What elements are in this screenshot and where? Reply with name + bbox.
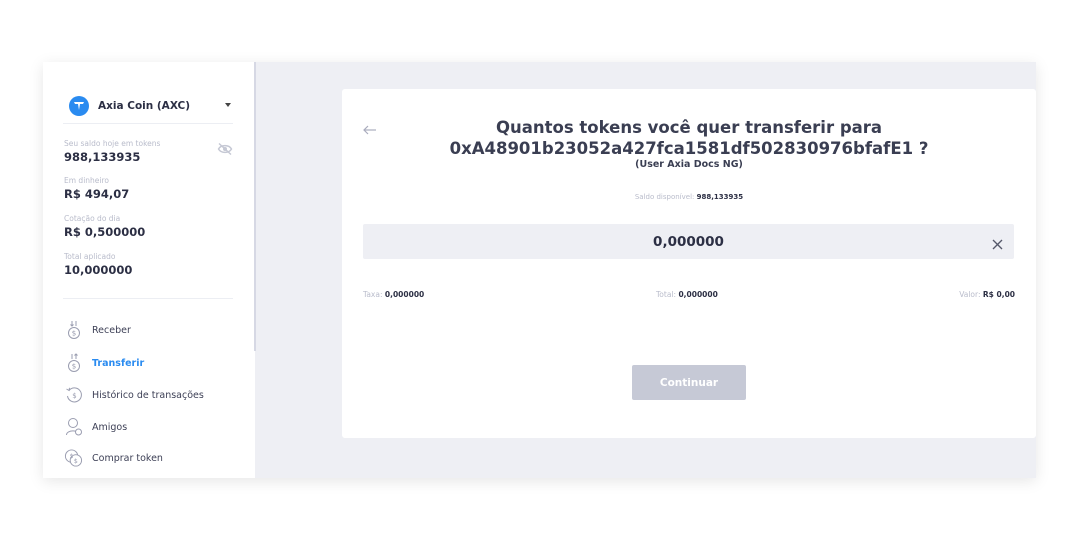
- total-applied-value: 10,000000: [64, 263, 133, 277]
- history-coin-icon: $: [64, 385, 83, 405]
- cash-value: R$ 494,07: [64, 187, 130, 201]
- total: Total: 0,000000: [656, 290, 718, 299]
- nav-item-comprar-token[interactable]: $ $ Comprar token: [64, 446, 163, 470]
- chevron-down-icon: [225, 103, 231, 107]
- nav-item-transferir[interactable]: $ Transferir: [64, 351, 144, 375]
- daily-quote-label: Cotação do dia: [64, 214, 121, 223]
- nav-label-transferir: Transferir: [92, 357, 145, 369]
- svg-text:$: $: [74, 458, 78, 465]
- svg-text:$: $: [71, 330, 75, 338]
- eye-off-icon[interactable]: [217, 140, 233, 159]
- nav-item-amigos[interactable]: Amigos: [64, 415, 127, 439]
- nav-label-amigos: Amigos: [92, 421, 128, 433]
- recipient-address: 0xA48901b23052a427fca1581df502830976bfaf…: [449, 139, 929, 158]
- daily-quote-value: R$ 0,500000: [64, 225, 146, 239]
- available-balance-label: Saldo disponível:: [634, 193, 695, 201]
- value: Valor: R$ 0,00: [959, 290, 1015, 299]
- available-balance: Saldo disponível: 988,133935: [342, 193, 1036, 201]
- nav-label-historico: Histórico de transações: [92, 389, 204, 401]
- transfer-coin-icon: $: [64, 353, 83, 373]
- svg-text:$: $: [71, 363, 75, 371]
- nav-item-receber[interactable]: $ Receber: [64, 318, 131, 342]
- fee-value: 0,000000: [384, 290, 425, 299]
- receive-coin-icon: $: [64, 320, 83, 340]
- svg-text:$: $: [72, 392, 76, 400]
- close-icon[interactable]: [992, 235, 1003, 254]
- balance-tokens-value: 988,133935: [64, 150, 141, 164]
- coin-name: Axia Coin (AXC): [98, 100, 191, 112]
- available-balance-value: 988,133935: [696, 193, 744, 201]
- value-label: Valor:: [959, 290, 981, 299]
- friends-icon: [64, 417, 83, 437]
- sidebar-scrollbar[interactable]: [254, 62, 256, 351]
- nav-item-historico[interactable]: $ Histórico de transações: [64, 383, 204, 407]
- divider: [63, 123, 233, 124]
- fee: Taxa: 0,000000: [363, 290, 424, 299]
- value-amount: R$ 0,00: [982, 290, 1015, 299]
- total-label: Total:: [656, 290, 677, 299]
- continue-button[interactable]: Continuar: [632, 365, 746, 400]
- axia-coin-logo-icon: [69, 96, 89, 116]
- fee-label: Taxa:: [363, 290, 383, 299]
- cash-label: Em dinheiro: [64, 176, 109, 185]
- amount-input[interactable]: [363, 224, 1014, 259]
- nav-label-receber: Receber: [92, 324, 131, 336]
- coin-selector[interactable]: Axia Coin (AXC): [69, 95, 235, 117]
- recipient-name: (User Axia Docs NG): [635, 159, 743, 170]
- nav-label-comprar-token: Comprar token: [92, 452, 163, 464]
- total-value: 0,000000: [678, 290, 718, 299]
- sidebar: Axia Coin (AXC) Seu saldo hoje em tokens…: [43, 62, 255, 478]
- balance-tokens-label: Seu saldo hoje em tokens: [64, 139, 161, 148]
- buy-token-icon: $ $: [64, 448, 83, 468]
- divider: [63, 298, 233, 299]
- transfer-title-line1: Quantos tokens você quer transferir para: [495, 118, 883, 137]
- transfer-card: Quantos tokens você quer transferir para…: [342, 89, 1036, 438]
- app-window: Axia Coin (AXC) Seu saldo hoje em tokens…: [43, 62, 1036, 478]
- total-applied-label: Total aplicado: [64, 252, 116, 261]
